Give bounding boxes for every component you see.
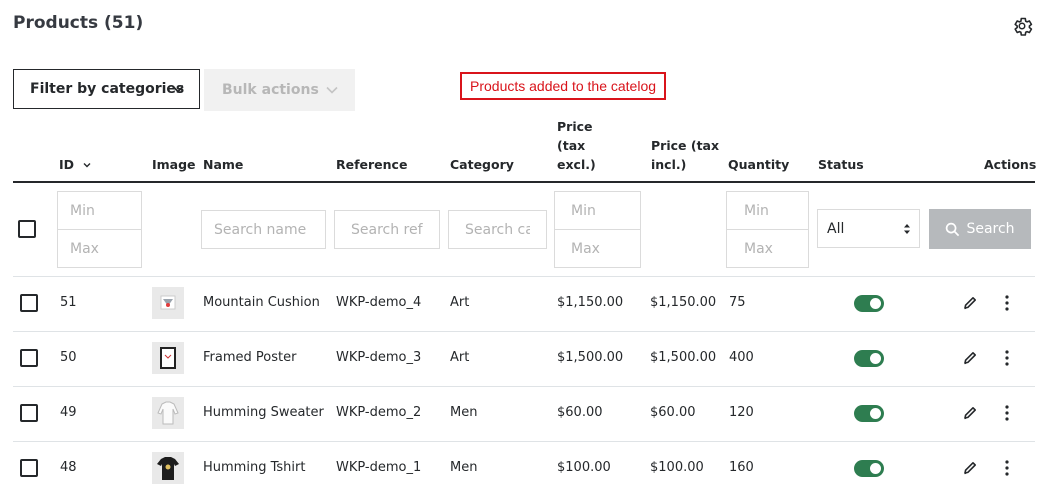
gear-icon[interactable] (1010, 14, 1034, 38)
row-id: 51 (60, 295, 77, 310)
product-quantity[interactable]: 400 (729, 350, 754, 365)
pencil-icon[interactable] (962, 460, 978, 476)
row-divider (13, 386, 1035, 387)
column-price-excl[interactable]: Price (tax excl.) (557, 117, 596, 174)
product-quantity[interactable]: 75 (729, 295, 746, 310)
product-thumbnail (152, 397, 184, 429)
status-select[interactable]: All (817, 209, 920, 248)
column-price-incl[interactable]: Price (tax incl.) (651, 136, 719, 174)
product-category: Men (450, 405, 478, 420)
column-category[interactable]: Category (450, 155, 514, 174)
product-reference: WKP-demo_3 (336, 350, 422, 365)
status-toggle[interactable] (854, 460, 884, 477)
column-image: Image (152, 157, 196, 172)
select-arrows-icon (904, 224, 910, 234)
notice-message: Products added to the catelog (460, 72, 667, 100)
product-reference: WKP-demo_4 (336, 295, 422, 310)
price-tax-incl: $1,150.00 (650, 295, 717, 310)
chevron-down-icon (326, 86, 338, 94)
product-quantity[interactable]: 160 (729, 460, 754, 475)
product-category: Art (450, 295, 470, 310)
pencil-icon[interactable] (962, 405, 978, 421)
pencil-icon[interactable] (962, 350, 978, 366)
column-reference[interactable]: Reference (336, 155, 407, 174)
product-reference: WKP-demo_2 (336, 405, 422, 420)
kebab-icon[interactable] (1004, 405, 1010, 421)
product-thumbnail (152, 452, 184, 484)
status-toggle[interactable] (854, 295, 884, 312)
price-excl-max-input[interactable] (554, 229, 641, 268)
product-name[interactable]: Framed Poster (203, 350, 296, 365)
row-divider (13, 441, 1035, 442)
kebab-icon[interactable] (1004, 350, 1010, 366)
filter-label: Filter by categories (30, 81, 185, 97)
product-reference: WKP-demo_1 (336, 460, 422, 475)
column-actions: Actions (984, 157, 1037, 172)
product-quantity[interactable]: 120 (729, 405, 754, 420)
price-tax-excl[interactable]: $1,500.00 (557, 350, 623, 365)
product-name[interactable]: Mountain Cushion (203, 295, 320, 310)
price-tax-incl: $60.00 (650, 405, 696, 420)
toggle-knob (870, 408, 881, 419)
row-id: 50 (60, 350, 77, 365)
row-checkbox[interactable] (20, 459, 38, 477)
page-title: Products (51) (13, 13, 144, 33)
product-category: Men (450, 460, 478, 475)
column-price-incl-line1: Price (tax (651, 138, 720, 153)
column-name[interactable]: Name (203, 155, 243, 174)
column-price-excl-line3: excl.) (557, 157, 596, 172)
toggle-knob (870, 298, 881, 309)
product-category: Art (450, 350, 470, 365)
sort-icon (83, 162, 91, 167)
product-name[interactable]: Humming Sweater (203, 405, 324, 420)
search-category-input[interactable] (448, 210, 547, 249)
row-checkbox[interactable] (20, 349, 38, 367)
bulk-label: Bulk actions (222, 82, 319, 98)
column-id[interactable]: ID (59, 155, 92, 174)
price-tax-excl[interactable]: $60.00 (557, 405, 603, 420)
column-price-excl-line1: Price (557, 119, 593, 134)
filter-by-categories-button[interactable]: Filter by categories (13, 69, 200, 109)
price-tax-excl[interactable]: $100.00 (557, 460, 611, 475)
column-price-incl-line2: incl.) (651, 157, 687, 172)
quantity-max-input[interactable] (726, 229, 809, 268)
price-tax-incl: $100.00 (650, 460, 704, 475)
column-status[interactable]: Status (818, 155, 864, 174)
status-toggle[interactable] (854, 350, 884, 367)
quantity-min-input[interactable] (726, 191, 809, 230)
price-tax-incl: $1,500.00 (650, 350, 717, 365)
column-price-excl-line2: (tax (557, 138, 586, 153)
row-id: 49 (60, 405, 77, 420)
bulk-actions-button[interactable]: Bulk actions (204, 69, 355, 111)
price-tax-excl[interactable]: $1,150.00 (557, 295, 623, 310)
product-thumbnail (152, 287, 184, 319)
kebab-icon[interactable] (1004, 460, 1010, 476)
select-all-checkbox[interactable] (18, 220, 36, 238)
search-button-label: Search (966, 221, 1015, 237)
id-min-input[interactable] (57, 191, 142, 230)
row-id: 48 (60, 460, 77, 475)
row-divider (13, 276, 1035, 277)
chevron-down-icon (172, 85, 184, 93)
product-name[interactable]: Humming Tshirt (203, 460, 305, 475)
status-select-value: All (827, 220, 845, 237)
toggle-knob (870, 353, 881, 364)
id-max-input[interactable] (57, 229, 142, 268)
pencil-icon[interactable] (962, 295, 978, 311)
header-divider (13, 181, 1035, 183)
toggle-knob (870, 463, 881, 474)
search-name-input[interactable] (201, 210, 326, 249)
product-thumbnail (152, 342, 184, 374)
status-toggle[interactable] (854, 405, 884, 422)
price-excl-min-input[interactable] (554, 191, 641, 230)
column-id-label: ID (59, 157, 75, 172)
row-divider (13, 331, 1035, 332)
search-icon (946, 222, 960, 236)
kebab-icon[interactable] (1004, 295, 1010, 311)
column-quantity[interactable]: Quantity (728, 155, 789, 174)
search-reference-input[interactable] (334, 210, 440, 249)
row-checkbox[interactable] (20, 294, 38, 312)
search-button[interactable]: Search (929, 209, 1031, 249)
row-checkbox[interactable] (20, 404, 38, 422)
